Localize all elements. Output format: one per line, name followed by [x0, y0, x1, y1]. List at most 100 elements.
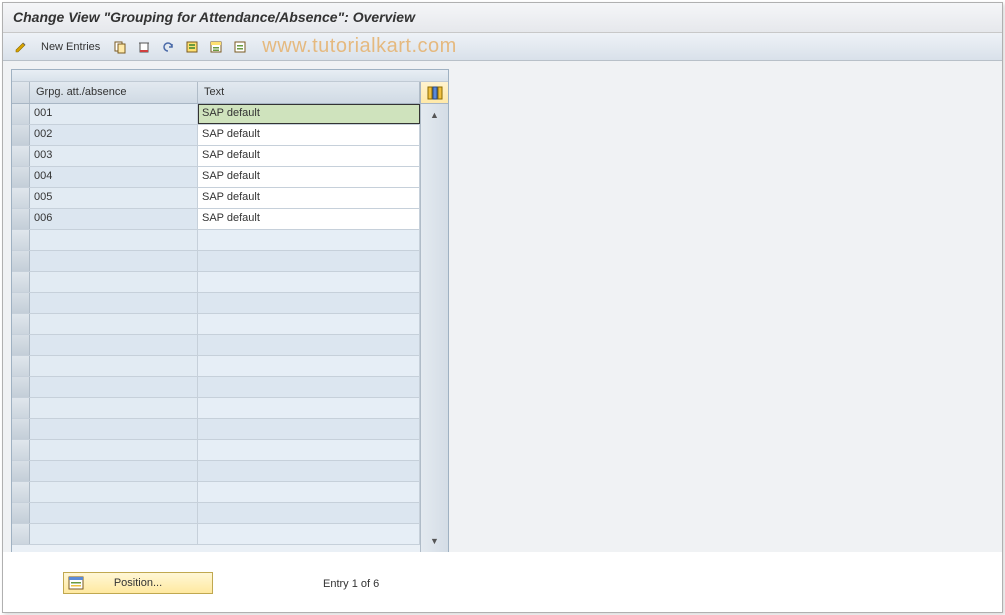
cell-text[interactable]: SAP default	[198, 104, 420, 124]
row-selector[interactable]	[12, 209, 30, 229]
table-row	[12, 482, 420, 503]
row-selector[interactable]	[12, 335, 30, 355]
position-button-label: Position...	[114, 577, 162, 589]
cell-text[interactable]: SAP default	[198, 188, 420, 208]
cell-text[interactable]	[198, 335, 420, 355]
row-selector[interactable]	[12, 503, 30, 523]
table-row	[12, 398, 420, 419]
cell-grouping[interactable]	[30, 503, 198, 523]
table-row: 006SAP default	[12, 209, 420, 230]
table-config-icon[interactable]	[420, 82, 448, 103]
toggle-edit-icon[interactable]	[11, 37, 31, 57]
table-row	[12, 356, 420, 377]
entry-status: Entry 1 of 6	[323, 578, 379, 594]
copy-icon[interactable]	[110, 37, 130, 57]
page-title: Change View "Grouping for Attendance/Abs…	[3, 3, 1002, 33]
row-selector[interactable]	[12, 314, 30, 334]
cell-text[interactable]	[198, 293, 420, 313]
row-selector[interactable]	[12, 188, 30, 208]
deselect-all-icon[interactable]	[230, 37, 250, 57]
cell-text[interactable]	[198, 503, 420, 523]
table-row: 001SAP default	[12, 104, 420, 125]
cell-text[interactable]	[198, 440, 420, 460]
new-entries-button[interactable]: New Entries	[35, 41, 106, 53]
position-button[interactable]: Position...	[63, 572, 213, 594]
cell-grouping[interactable]	[30, 440, 198, 460]
delete-icon[interactable]	[134, 37, 154, 57]
cell-text[interactable]: SAP default	[198, 209, 420, 229]
cell-grouping[interactable]: 004	[30, 167, 198, 187]
row-selector[interactable]	[12, 167, 30, 187]
row-selector-header[interactable]	[12, 82, 30, 103]
table-row	[12, 524, 420, 545]
cell-text[interactable]	[198, 377, 420, 397]
column-header-grouping[interactable]: Grpg. att./absence	[30, 82, 198, 103]
cell-grouping[interactable]: 001	[30, 104, 198, 124]
cell-text[interactable]	[198, 524, 420, 544]
scroll-up-icon[interactable]: ▲	[427, 107, 443, 123]
cell-text[interactable]: SAP default	[198, 167, 420, 187]
table-row	[12, 377, 420, 398]
cell-grouping[interactable]	[30, 419, 198, 439]
select-all-icon[interactable]	[182, 37, 202, 57]
position-icon	[68, 575, 84, 591]
toolbar: New Entries www.tutorialkart.com	[3, 33, 1002, 61]
table-row	[12, 251, 420, 272]
row-selector[interactable]	[12, 272, 30, 292]
row-selector[interactable]	[12, 104, 30, 124]
cell-text[interactable]	[198, 461, 420, 481]
row-selector[interactable]	[12, 524, 30, 544]
cell-grouping[interactable]: 006	[30, 209, 198, 229]
cell-grouping[interactable]: 005	[30, 188, 198, 208]
undo-icon[interactable]	[158, 37, 178, 57]
cell-grouping[interactable]	[30, 335, 198, 355]
row-selector[interactable]	[12, 356, 30, 376]
cell-grouping[interactable]	[30, 293, 198, 313]
vertical-scrollbar[interactable]: ▲ ▼	[420, 104, 448, 552]
cell-grouping[interactable]	[30, 230, 198, 250]
row-selector[interactable]	[12, 293, 30, 313]
cell-grouping[interactable]	[30, 251, 198, 271]
row-selector[interactable]	[12, 125, 30, 145]
cell-grouping[interactable]: 003	[30, 146, 198, 166]
column-header-text[interactable]: Text	[198, 82, 420, 103]
cell-text[interactable]	[198, 356, 420, 376]
table-body: 001SAP default002SAP default003SAP defau…	[12, 104, 448, 552]
cell-grouping[interactable]	[30, 272, 198, 292]
row-selector[interactable]	[12, 461, 30, 481]
cell-text[interactable]: SAP default	[198, 125, 420, 145]
row-selector[interactable]	[12, 377, 30, 397]
table-row	[12, 230, 420, 251]
row-selector[interactable]	[12, 419, 30, 439]
cell-text[interactable]	[198, 230, 420, 250]
cell-text[interactable]	[198, 251, 420, 271]
cell-text[interactable]	[198, 398, 420, 418]
row-selector[interactable]	[12, 230, 30, 250]
row-selector[interactable]	[12, 251, 30, 271]
cell-text[interactable]	[198, 314, 420, 334]
cell-grouping[interactable]	[30, 314, 198, 334]
cell-grouping[interactable]	[30, 377, 198, 397]
cell-text[interactable]	[198, 272, 420, 292]
select-block-icon[interactable]	[206, 37, 226, 57]
scroll-down-icon[interactable]: ▼	[427, 533, 443, 549]
cell-text[interactable]	[198, 482, 420, 502]
cell-grouping[interactable]	[30, 356, 198, 376]
cell-text[interactable]	[198, 419, 420, 439]
table-header: Grpg. att./absence Text	[12, 82, 448, 104]
cell-text[interactable]: SAP default	[198, 146, 420, 166]
table-row	[12, 503, 420, 524]
cell-grouping[interactable]: 002	[30, 125, 198, 145]
row-selector[interactable]	[12, 482, 30, 502]
table-top-strip	[12, 70, 448, 82]
table-row	[12, 335, 420, 356]
table-row: 004SAP default	[12, 167, 420, 188]
cell-grouping[interactable]	[30, 398, 198, 418]
row-selector[interactable]	[12, 440, 30, 460]
cell-grouping[interactable]	[30, 461, 198, 481]
cell-grouping[interactable]	[30, 482, 198, 502]
row-selector[interactable]	[12, 398, 30, 418]
app-window: Change View "Grouping for Attendance/Abs…	[2, 2, 1003, 613]
row-selector[interactable]	[12, 146, 30, 166]
cell-grouping[interactable]	[30, 524, 198, 544]
